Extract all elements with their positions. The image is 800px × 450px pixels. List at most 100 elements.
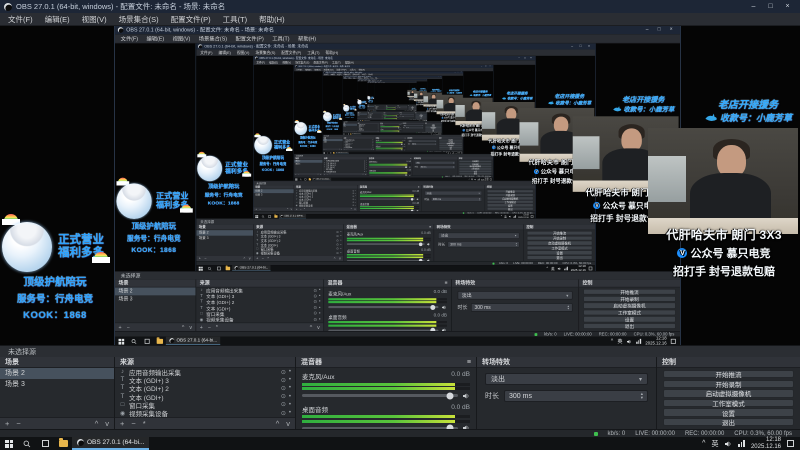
settings-button[interactable]: 设置: [583, 316, 676, 323]
spin-down-icon[interactable]: ▾: [568, 307, 570, 310]
source-item[interactable]: ◉ 视频采集设备 ⊙ •: [254, 251, 344, 255]
volume-slider[interactable]: [302, 392, 458, 399]
remove-source-button[interactable]: −: [131, 419, 135, 428]
start-recording-button[interactable]: 开始录制: [583, 295, 676, 302]
ime-indicator[interactable]: 英: [617, 338, 622, 345]
mixer-menu-icon[interactable]: ≡: [445, 281, 448, 286]
mixer-menu-icon[interactable]: ≡: [467, 359, 471, 366]
scene-down-button[interactable]: v: [189, 324, 192, 330]
preview-canvas[interactable]: OBS 27.0.1 (64-bit, windows) - 配置文件: 未命名…: [294, 71, 494, 154]
source-properties-button[interactable]: *: [143, 419, 146, 428]
lock-icon[interactable]: •: [319, 300, 320, 304]
spin-down-icon[interactable]: ▾: [453, 167, 454, 168]
minimize-button[interactable]: –: [745, 0, 762, 13]
volume-icon[interactable]: [627, 338, 633, 344]
volume-icon[interactable]: [558, 266, 562, 270]
volume-icon[interactable]: [724, 440, 732, 448]
spin-down-icon[interactable]: ▾: [516, 244, 517, 246]
scene-item[interactable]: 场景 3: [367, 107, 374, 108]
visibility-icon[interactable]: ⊙: [336, 230, 339, 234]
menu-help[interactable]: 帮助(H): [322, 49, 341, 56]
slider-handle[interactable]: [401, 143, 403, 145]
speaker-icon[interactable]: [427, 242, 431, 246]
menu-profile[interactable]: 配置文件(P): [278, 49, 304, 56]
lock-icon[interactable]: •: [289, 394, 291, 400]
menu-view[interactable]: 视图(V): [76, 13, 113, 26]
preview-canvas[interactable]: OBS 27.0.1 (64-bit, windows) - 配置文件: 未命名…: [0, 26, 800, 345]
visibility-icon[interactable]: ⊙: [281, 410, 286, 417]
visibility-icon[interactable]: ⊙: [313, 294, 317, 298]
volume-slider[interactable]: [346, 242, 425, 246]
lock-icon[interactable]: •: [340, 243, 341, 246]
remove-scene-button[interactable]: −: [127, 324, 130, 330]
maximize-button[interactable]: □: [762, 0, 779, 13]
settings-button[interactable]: 设置: [663, 408, 794, 418]
virtual-camera-button[interactable]: 启动虚拟摄像机: [583, 302, 676, 309]
taskbar-obs-button[interactable]: OBS 27.0.1 (64-bi...: [165, 336, 221, 345]
slider-handle[interactable]: [430, 304, 436, 310]
spin-down-icon[interactable]: ▾: [641, 395, 643, 401]
ime-indicator[interactable]: 英: [711, 439, 718, 449]
menu-profile[interactable]: 配置文件(P): [165, 13, 217, 26]
speaker-icon[interactable]: [416, 198, 419, 201]
mixer-menu-icon[interactable]: ≡: [418, 186, 419, 189]
taskbar-obs-button[interactable]: OBS 27.0.1 (64-bi...: [72, 437, 150, 450]
file-explorer-icon[interactable]: [153, 337, 166, 345]
lock-icon[interactable]: •: [355, 192, 356, 194]
visibility-icon[interactable]: ⊙: [336, 235, 339, 238]
slider-handle[interactable]: [398, 127, 400, 129]
scene-item[interactable]: 场景 3: [254, 193, 294, 197]
visibility-icon[interactable]: ⊙: [336, 239, 339, 242]
network-icon[interactable]: [564, 266, 568, 271]
scene-up-button[interactable]: ^: [182, 324, 184, 330]
duration-spinbox[interactable]: 300 ms ▴ ▾: [447, 241, 520, 248]
transition-select[interactable]: 淡出 ▾: [407, 139, 437, 143]
lock-icon[interactable]: •: [319, 288, 320, 292]
menu-tools[interactable]: 工具(T): [304, 49, 322, 56]
visibility-icon[interactable]: ⊙: [336, 243, 339, 246]
network-icon[interactable]: [636, 338, 642, 344]
menu-edit[interactable]: 编辑(E): [142, 34, 168, 43]
preview-canvas[interactable]: OBS 27.0.1 (64-bit, windows) - 配置文件: 未命名…: [357, 81, 428, 112]
source-item[interactable]: ◉ 视频采集设备 ⊙ •: [196, 317, 323, 322]
visibility-icon[interactable]: ⊙: [313, 311, 317, 316]
start-button[interactable]: [115, 337, 128, 345]
visibility-icon[interactable]: ⊙: [281, 401, 286, 408]
virtual-camera-button[interactable]: 启动虚拟摄像机: [663, 389, 794, 398]
lock-icon[interactable]: •: [289, 402, 291, 408]
tray-expand-icon[interactable]: ^: [702, 440, 705, 447]
exit-button[interactable]: 退出: [526, 255, 593, 260]
remove-scene-button[interactable]: −: [204, 256, 206, 261]
lock-icon[interactable]: •: [340, 247, 341, 250]
scene-down-button[interactable]: v: [105, 419, 109, 428]
slider-handle[interactable]: [410, 197, 414, 201]
menu-scene-collection[interactable]: 场景集合(S): [113, 13, 165, 26]
source-down-button[interactable]: v: [286, 419, 290, 428]
search-icon[interactable]: [128, 337, 141, 345]
lock-icon[interactable]: •: [319, 312, 320, 316]
preview-canvas[interactable]: OBS 27.0.1 (64-bit, windows) - 配置文件: 未命名…: [253, 64, 536, 181]
lock-icon[interactable]: •: [319, 317, 320, 321]
exit-button[interactable]: 退出: [583, 323, 676, 330]
preview-canvas[interactable]: OBS 27.0.1 (64-bit, windows) - 配置文件: 未命名…: [342, 79, 443, 122]
source-item[interactable]: ◉ 视频采集设备 ⊙ •: [294, 204, 357, 207]
tray-expand-icon[interactable]: ^: [611, 339, 613, 344]
lock-icon[interactable]: •: [355, 204, 356, 206]
preview-canvas[interactable]: OBS 27.0.1 (64-bit, windows) - 配置文件: 未命名…: [322, 75, 464, 135]
lock-icon[interactable]: •: [355, 190, 356, 192]
menu-tools[interactable]: 工具(T): [268, 34, 294, 43]
volume-slider[interactable]: [375, 143, 404, 145]
volume-slider[interactable]: [328, 304, 439, 310]
scene-item[interactable]: 场景 3: [115, 295, 196, 303]
speaker-icon[interactable]: [409, 166, 411, 168]
notification-icon[interactable]: [787, 440, 794, 447]
slider-handle[interactable]: [396, 115, 397, 117]
visibility-icon[interactable]: ⊙: [336, 251, 339, 255]
lock-icon[interactable]: •: [289, 385, 291, 391]
menu-scene-collection[interactable]: 场景集合(S): [252, 49, 278, 56]
duration-spinbox[interactable]: 300 ms ▴ ▾: [411, 143, 437, 146]
menu-profile[interactable]: 配置文件(P): [231, 34, 268, 43]
add-source-button[interactable]: +: [120, 419, 124, 428]
remove-scene-button[interactable]: −: [16, 419, 20, 428]
lock-icon[interactable]: •: [319, 306, 320, 310]
